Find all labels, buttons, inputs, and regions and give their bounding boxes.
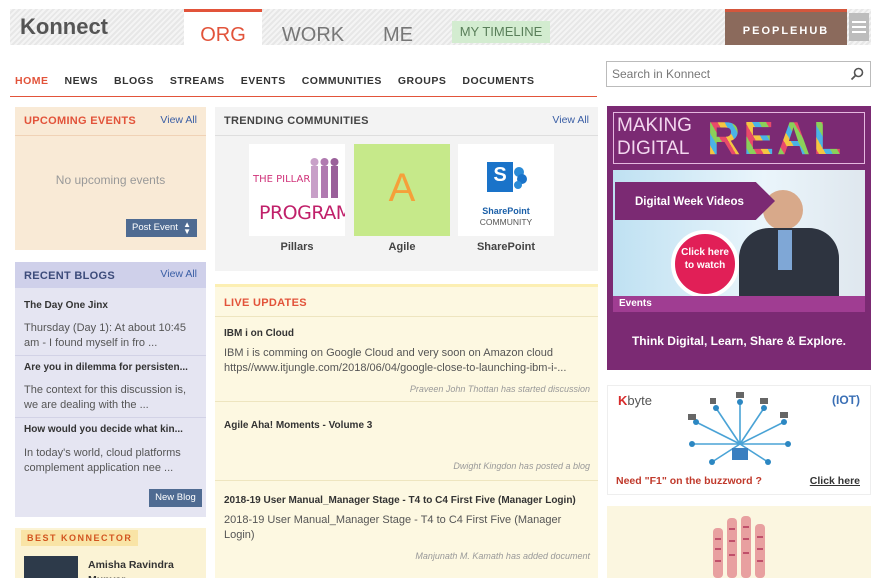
banner-tagline: Think Digital, Learn, Share & Explore. [631, 334, 847, 348]
live-update-title[interactable]: Agile Aha! Moments - Volume 3 [224, 420, 372, 431]
live-update-meta: Praveen John Thottan has started discuss… [409, 384, 590, 394]
post-event-button[interactable]: Post Event ▲ ▼ [126, 219, 197, 237]
tab-me[interactable]: ME [360, 9, 436, 46]
sharepoint-logo-line1: SharePoint [482, 206, 530, 216]
top-bar: Konnect ORG WORK ME MY TIMELINE PEOPLEHU… [10, 9, 871, 46]
sharepoint-logo-line2: COMMUNITY [479, 217, 533, 227]
person-tie [778, 230, 792, 270]
blog-title[interactable]: The Day One Jinx [24, 300, 108, 311]
divider [15, 355, 206, 356]
new-blog-button[interactable]: New Blog [149, 489, 202, 507]
blog-excerpt: In today's world, cloud platforms comple… [24, 447, 181, 474]
iot-network-icon [688, 392, 791, 465]
kbyte-panel[interactable]: Kbyte (IOT) Need "F1" on the buzzword ? … [607, 385, 871, 495]
kbyte-question: Need "F1" on the buzzword ? [616, 475, 762, 487]
pillars-logo: THE PILLAR PROGRAM [249, 144, 345, 236]
video-label: Digital Week Videos [635, 196, 744, 208]
live-update-meta: Dwight Kingdon has posted a blog [453, 461, 590, 471]
community-card-pillars[interactable]: THE PILLAR PROGRAM Pillars [249, 144, 345, 253]
upcoming-events-panel: UPCOMING EVENTS View All No upcoming eve… [15, 107, 206, 250]
community-name: Agile [388, 241, 416, 253]
trending-communities-panel: TRENDING COMMUNITIES View All THE PILLAR… [215, 107, 598, 271]
tab-work[interactable]: WORK [266, 9, 360, 46]
nav-communities[interactable]: COMMUNITIES [302, 75, 382, 95]
nav-streams[interactable]: STREAMS [170, 75, 225, 95]
main-nav: HOME NEWS BLOGS STREAMS EVENTS COMMUNITI… [15, 75, 551, 95]
recent-blogs-view-all[interactable]: View All [160, 268, 197, 280]
live-update-text: 2018-19 User Manual_Manager Stage - T4 t… [224, 514, 562, 541]
nav-documents[interactable]: DOCUMENTS [462, 75, 534, 95]
banner-line2: DIGITAL [617, 138, 690, 159]
recent-blogs-panel: RECENT BLOGS View All The Day One Jinx T… [15, 262, 206, 517]
no-events-text: No upcoming events [55, 173, 166, 187]
kbyte-tag: (IOT) [832, 393, 860, 407]
live-update-meta: Manjunath M. Kamath has added document [415, 551, 590, 561]
banner-real-word: REAL [707, 112, 845, 164]
kbyte-brand: Kbyte [618, 393, 652, 408]
tab-org[interactable]: ORG [184, 9, 262, 46]
live-updates-title: LIVE UPDATES [224, 297, 307, 309]
search-icon[interactable] [850, 67, 864, 81]
kbyte-brand-rest: byte [627, 393, 652, 408]
search-box [606, 61, 871, 87]
community-card-agile[interactable]: A Agile [354, 144, 450, 253]
agile-logo-letter: A [388, 166, 416, 210]
upcoming-events-title: UPCOMING EVENTS [24, 115, 137, 127]
divider [215, 401, 598, 402]
blog-title[interactable]: How would you decide what kin... [24, 424, 183, 435]
divider [215, 480, 598, 481]
nav-divider [10, 96, 597, 97]
blog-title[interactable]: Are you in dilemma for persisten... [24, 362, 188, 373]
digital-banner[interactable]: MAKING DIGITAL REAL Digital Week Videos … [607, 106, 871, 370]
kbyte-click-here[interactable]: Click here [810, 475, 860, 487]
peoplehub-button[interactable]: PEOPLEHUB [725, 9, 847, 45]
live-update-title[interactable]: 2018-19 User Manual_Manager Stage - T4 t… [224, 495, 576, 506]
sharepoint-circles-icon [514, 167, 527, 189]
divider [215, 316, 598, 317]
blog-excerpt: Thursday (Day 1): At about 10:45 am - I … [24, 322, 187, 349]
post-event-label: Post Event [132, 222, 178, 233]
kbyte-brand-k: K [618, 393, 628, 408]
app-logo[interactable]: Konnect [20, 14, 108, 40]
agile-logo: A [354, 144, 450, 236]
click-here-label: Click here to watch [681, 247, 729, 271]
blog-excerpt: The context for this discussion is, we a… [24, 384, 187, 411]
dropdown-arrows-icon: ▲ ▼ [183, 220, 191, 236]
divider [15, 135, 206, 136]
community-name: SharePoint [476, 241, 536, 253]
community-card-sharepoint[interactable]: S SharePoint COMMUNITY SharePoint [458, 144, 554, 253]
divider [215, 135, 598, 136]
nav-events[interactable]: EVENTS [241, 75, 286, 95]
trending-communities-title: TRENDING COMMUNITIES [224, 115, 369, 127]
events-tag: Events [619, 298, 652, 309]
divider [15, 417, 206, 418]
my-timeline-tab[interactable]: MY TIMELINE [452, 21, 550, 43]
live-update-text: IBM i is comming on Google Cloud and ver… [224, 347, 567, 374]
pillars-logo-line2: PROGRAM [259, 202, 345, 224]
nav-news[interactable]: NEWS [65, 75, 99, 95]
best-konnector-panel: BEST KONNECTOR Amisha Ravindra Munyar [15, 528, 206, 578]
recent-blogs-title: RECENT BLOGS [24, 270, 115, 282]
community-name: Pillars [280, 241, 314, 253]
nav-blogs[interactable]: BLOGS [114, 75, 154, 95]
live-update-title[interactable]: IBM i on Cloud [224, 328, 294, 339]
sharepoint-logo: S SharePoint COMMUNITY [458, 144, 554, 236]
word-cloud-hand-image [713, 516, 765, 578]
nav-groups[interactable]: GROUPS [398, 75, 447, 95]
best-konnector-name[interactable]: Amisha Ravindra Munyar [88, 558, 198, 578]
word-cloud-panel[interactable] [607, 506, 871, 578]
search-input[interactable] [607, 62, 837, 86]
nav-home[interactable]: HOME [15, 75, 49, 95]
avatar[interactable] [24, 556, 78, 578]
pillars-logo-line1: THE PILLAR [253, 174, 311, 185]
menu-icon[interactable] [849, 13, 869, 41]
people-icon [310, 158, 339, 198]
best-konnector-label: BEST KONNECTOR [21, 530, 139, 546]
live-updates-panel: LIVE UPDATES IBM i on Cloud IBM i is com… [215, 284, 598, 578]
banner-line1: MAKING [617, 115, 692, 136]
upcoming-events-view-all[interactable]: View All [160, 114, 197, 126]
trending-view-all[interactable]: View All [552, 114, 589, 126]
